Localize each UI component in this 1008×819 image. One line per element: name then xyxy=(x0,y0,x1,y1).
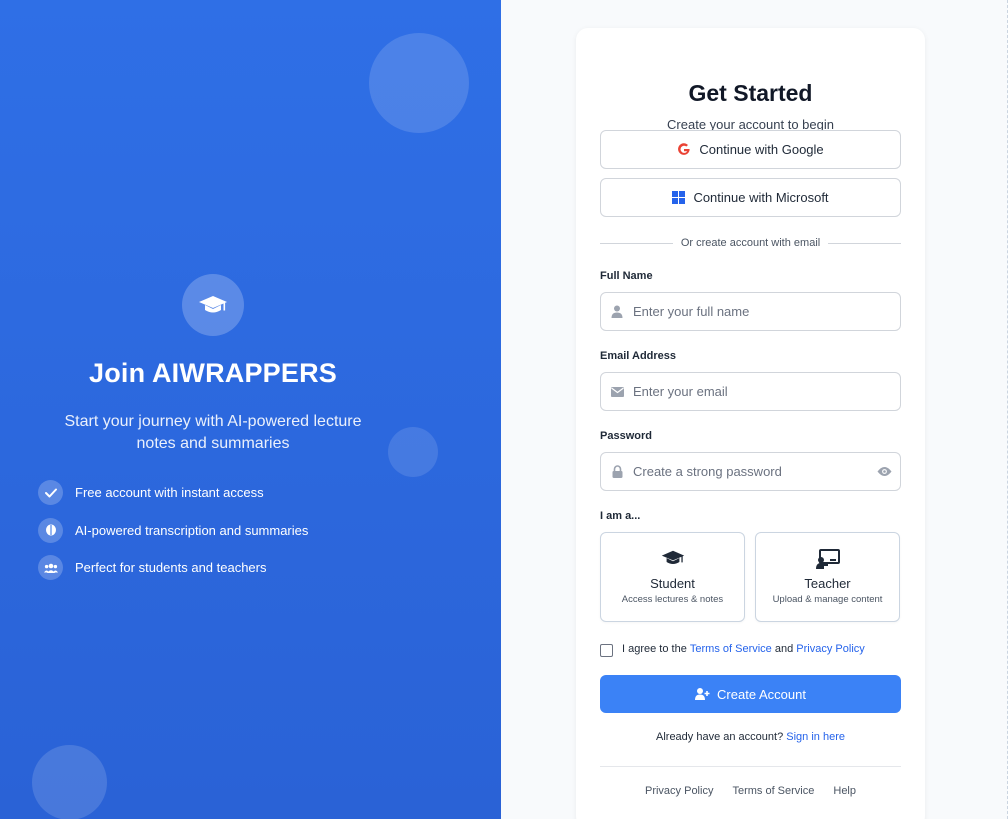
email-input[interactable] xyxy=(633,384,900,399)
users-icon xyxy=(38,555,63,580)
graduation-cap-icon xyxy=(182,274,244,336)
terms-agreement: I agree to the Terms of Service and Priv… xyxy=(600,640,865,657)
agree-and: and xyxy=(774,642,794,655)
graduation-cap-icon xyxy=(601,549,744,569)
feature-label: Perfect for students and teachers xyxy=(75,560,267,575)
agree-prefix: I agree to the xyxy=(622,642,687,655)
full-name-label: Full Name xyxy=(600,270,653,282)
role-label: I am a... xyxy=(600,510,641,522)
feature-label: Free account with instant access xyxy=(75,485,264,500)
footer-privacy-link[interactable]: Privacy Policy xyxy=(645,785,713,797)
full-name-input[interactable] xyxy=(633,304,900,319)
role-student-option[interactable]: Student Access lectures & notes xyxy=(600,532,745,622)
brand-panel: Join AIWRAPPERS Start your journey with … xyxy=(0,0,501,819)
footer-help-link[interactable]: Help xyxy=(833,785,856,797)
terms-checkbox[interactable] xyxy=(600,644,613,657)
signin-link[interactable]: Sign in here xyxy=(786,731,845,743)
password-input[interactable] xyxy=(633,464,868,479)
continue-with-microsoft-button[interactable]: Continue with Microsoft xyxy=(600,178,901,217)
decorative-circle xyxy=(32,745,107,819)
divider-text: Or create account with email xyxy=(680,237,821,249)
signin-prompt: Already have an account? Sign in here xyxy=(576,731,925,743)
continue-with-google-button[interactable]: Continue with Google xyxy=(600,130,901,169)
microsoft-icon xyxy=(672,191,686,204)
email-label: Email Address xyxy=(600,350,677,362)
user-icon xyxy=(601,305,633,318)
terms-link[interactable]: Terms of Service xyxy=(690,643,772,655)
google-icon xyxy=(677,142,691,157)
role-description: Upload & manage content xyxy=(772,594,883,605)
eye-icon[interactable] xyxy=(868,466,900,477)
brain-icon xyxy=(38,517,63,543)
footer-divider xyxy=(600,766,901,767)
brand-title: Join AIWRAPPERS xyxy=(88,358,338,388)
envelope-icon xyxy=(601,386,633,397)
microsoft-label: Continue with Microsoft xyxy=(693,190,829,205)
feature-item: Free account with instant access xyxy=(38,480,308,505)
lock-icon xyxy=(601,465,633,478)
decorative-circle xyxy=(388,427,438,477)
full-name-field[interactable] xyxy=(600,292,901,331)
create-account-button[interactable]: Create Account xyxy=(600,675,901,713)
role-title: Teacher xyxy=(804,576,851,591)
check-icon xyxy=(38,480,63,505)
brand-subtitle: Start your journey with AI-powered lectu… xyxy=(64,413,362,452)
divider-line xyxy=(828,242,902,244)
password-field[interactable] xyxy=(600,452,901,491)
footer-terms-link[interactable]: Terms of Service xyxy=(732,785,814,797)
chalkboard-teacher-icon xyxy=(756,549,899,569)
feature-label: AI-powered transcription and summaries xyxy=(75,522,309,538)
password-label: Password xyxy=(600,430,652,442)
user-plus-icon xyxy=(695,688,710,700)
email-field[interactable] xyxy=(600,372,901,411)
footer-links: Privacy Policy Terms of Service Help xyxy=(576,785,925,797)
create-account-label: Create Account xyxy=(717,686,806,702)
page-title: Get Started xyxy=(688,80,813,106)
signin-prompt-text: Already have an account? xyxy=(656,731,784,743)
role-title: Student xyxy=(650,576,695,591)
role-description: Access lectures & notes xyxy=(621,594,724,605)
privacy-link[interactable]: Privacy Policy xyxy=(796,643,864,655)
role-teacher-option[interactable]: Teacher Upload & manage content xyxy=(755,532,900,622)
feature-item: Perfect for students and teachers xyxy=(38,555,308,580)
or-divider: Or create account with email xyxy=(600,236,902,250)
divider-line xyxy=(600,242,673,244)
decorative-circle xyxy=(369,33,469,133)
feature-list: Free account with instant access AI-powe… xyxy=(38,480,308,593)
feature-item: AI-powered transcription and summaries xyxy=(38,517,309,543)
google-label: Continue with Google xyxy=(699,142,824,157)
